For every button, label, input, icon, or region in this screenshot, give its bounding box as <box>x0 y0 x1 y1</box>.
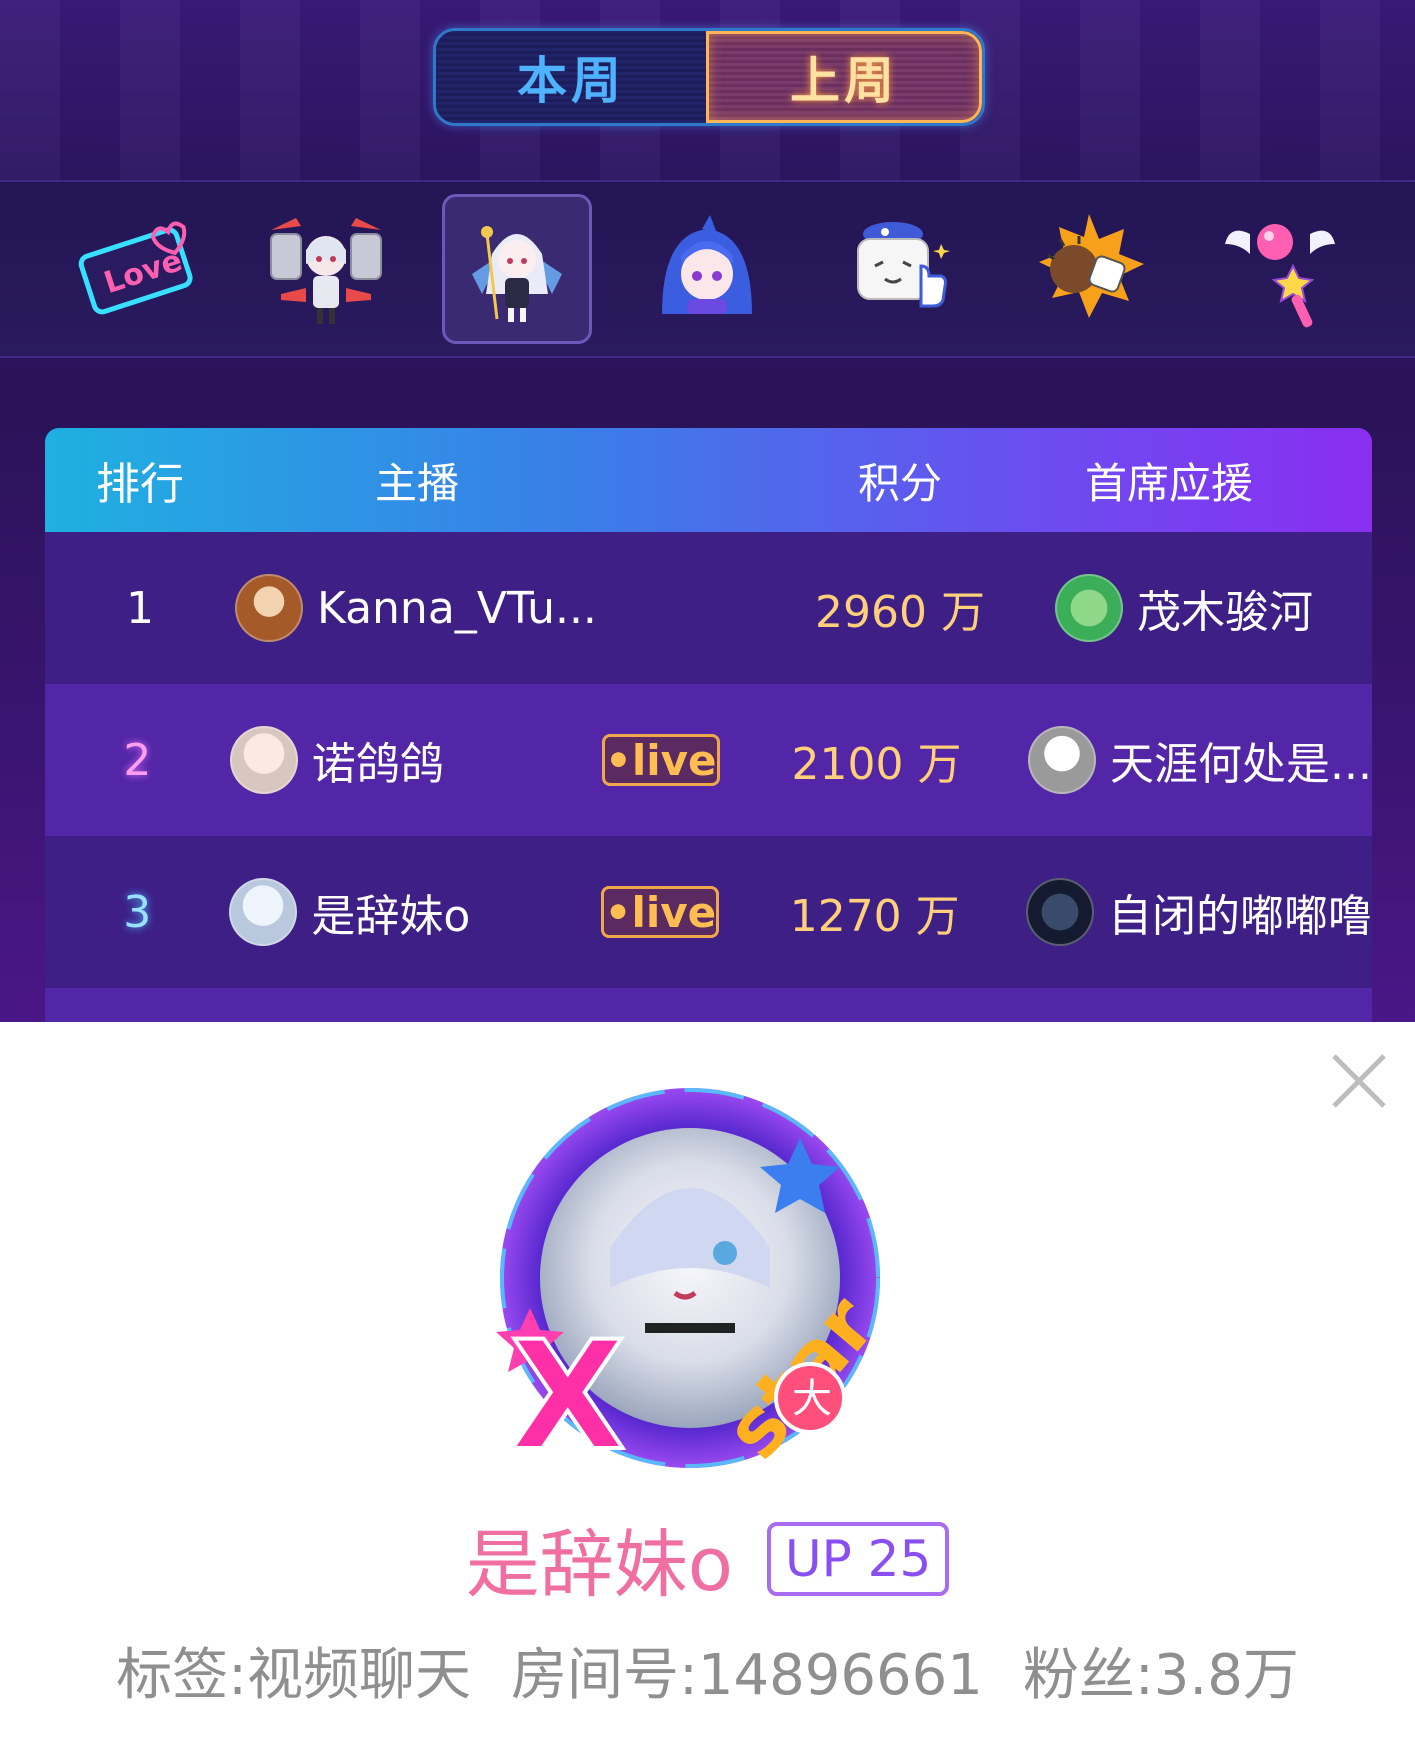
gift-selector: Love <box>0 180 1415 358</box>
profile-name-row: 是辞妹o UP 25 <box>0 1505 1415 1612</box>
gift-love-sign[interactable]: Love <box>60 194 210 344</box>
header-score: 积分 <box>857 458 942 508</box>
gift-tv-thumbs-up[interactable] <box>823 194 973 344</box>
anchor-name[interactable]: 是辞妹o <box>311 880 470 944</box>
avatar[interactable] <box>229 726 298 794</box>
rank-number: 3 <box>123 886 152 938</box>
score: 2100 万 <box>791 739 962 790</box>
live-badge[interactable]: •live <box>601 734 720 786</box>
gift-magic-wand[interactable] <box>1205 194 1355 344</box>
rank-number: 1 <box>126 582 154 634</box>
table-row[interactable]: 2 诺鸽鸽 •live 2100 万 天涯何处是... <box>45 684 1372 836</box>
profile-info: 标签:视频聊天 房间号:14896661 粉丝:3.8万 <box>0 1630 1415 1711</box>
profile-avatar[interactable]: X star 大 <box>470 1078 910 1508</box>
tab-this-week[interactable]: 本周 <box>436 31 706 123</box>
xstar-avatar-frame-icon: X star 大 <box>496 1088 893 1486</box>
top-fan-cell: 自闭的嘟嘟噜 <box>996 878 1372 946</box>
top-fan-cell: 茂木骏河 <box>1025 574 1372 642</box>
score: 2960 万 <box>815 587 985 638</box>
mecha-girl-icon <box>270 218 383 324</box>
gift-white-hair-girl[interactable] <box>441 194 592 344</box>
svg-text:大: 大 <box>792 1376 832 1422</box>
white-hair-girl-icon <box>471 226 562 322</box>
table-row[interactable]: 1 Kanna_VTu... 2960 万 茂木骏河 <box>45 532 1372 684</box>
blue-hair-girl-icon <box>662 215 753 314</box>
profile-name: 是辞妹o <box>465 1522 733 1608</box>
gift-mecha-girl[interactable] <box>251 194 401 344</box>
profile-tag: 标签:视频聊天 <box>116 1643 472 1708</box>
ranking-table: 排行 主播 积分 首席应援 1 Kanna_VTu... 2960 万 茂木骏河… <box>45 428 1372 1022</box>
gift-spiked-fist[interactable] <box>1014 194 1164 344</box>
top-fan-name[interactable]: 茂木骏河 <box>1137 576 1313 640</box>
table-header: 排行 主播 积分 首席应援 <box>45 428 1372 532</box>
header-top-fan: 首席应援 <box>1085 458 1254 508</box>
avatar[interactable] <box>1028 726 1097 794</box>
ranking-panel: 本周 上周 Love 排行 主播 积分 首席应援 1 Kanna_VTu... … <box>0 0 1415 1022</box>
tv-thumbs-up-icon <box>857 222 951 308</box>
live-badge[interactable]: •live <box>601 886 720 938</box>
anchor-cell: 是辞妹o •live <box>229 878 753 946</box>
anchor-name[interactable]: Kanna_VTu... <box>317 583 597 634</box>
rank-number: 2 <box>123 734 152 786</box>
avatar[interactable] <box>1055 574 1123 642</box>
anchor-cell: 诺鸽鸽 •live <box>229 726 755 794</box>
tab-last-week[interactable]: 上周 <box>706 31 982 123</box>
level-badge: UP 25 <box>767 1521 950 1596</box>
top-fan-name[interactable]: 天涯何处是... <box>1110 728 1372 792</box>
gift-blue-hair-girl[interactable] <box>632 194 782 344</box>
magic-wand-icon <box>1224 224 1335 328</box>
avatar[interactable] <box>1026 878 1094 946</box>
svg-text:X: X <box>510 1310 626 1484</box>
table-row <box>45 988 1372 1022</box>
score: 1270 万 <box>789 891 960 942</box>
anchor-cell: Kanna_VTu... <box>235 574 775 642</box>
close-button[interactable] <box>1328 1050 1390 1112</box>
avatar[interactable] <box>235 574 303 642</box>
week-tabs: 本周 上周 <box>433 28 985 126</box>
anchor-name[interactable]: 诺鸽鸽 <box>312 728 444 792</box>
spiked-fist-icon <box>1038 214 1144 318</box>
top-fan-cell: 天涯何处是... <box>998 726 1372 794</box>
avatar[interactable] <box>229 878 298 946</box>
profile-fans: 粉丝:3.8万 <box>1022 1643 1299 1708</box>
profile-room-number: 房间号:14896661 <box>511 1643 983 1708</box>
love-sign-icon: Love <box>79 221 193 315</box>
header-anchor: 主播 <box>375 458 460 508</box>
top-fan-name[interactable]: 自闭的嘟嘟噜 <box>1108 880 1372 944</box>
header-rank: 排行 <box>96 459 184 510</box>
table-row[interactable]: 3 是辞妹o •live 1270 万 自闭的嘟嘟噜 <box>45 836 1372 988</box>
close-icon <box>1332 1054 1386 1108</box>
